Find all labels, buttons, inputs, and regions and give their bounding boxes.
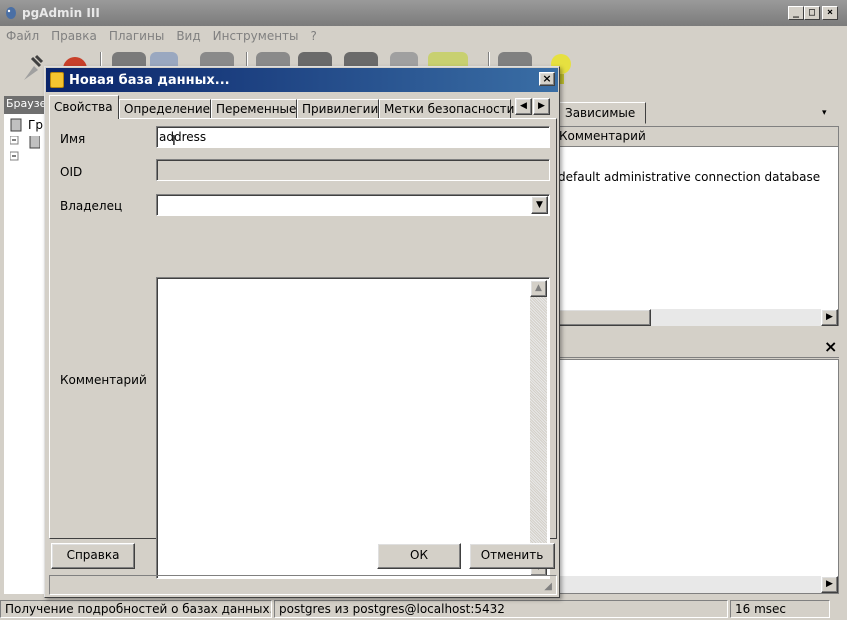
menu-plugins[interactable]: Плагины [103, 29, 170, 43]
menu-file[interactable]: Файл [0, 29, 45, 43]
oid-field [156, 159, 550, 181]
maximize-button[interactable]: □ [804, 6, 820, 20]
owner-combo[interactable]: ▼ [156, 194, 550, 216]
menu-view[interactable]: Вид [170, 29, 206, 43]
tree-item-servers[interactable]: Гр [28, 118, 43, 132]
scroll-up-icon[interactable]: ▲ [530, 280, 547, 297]
tab-scroll-left-icon[interactable]: ◀ [515, 98, 532, 115]
sql-pane[interactable] [556, 359, 839, 594]
tab-definition[interactable]: Определение [119, 99, 211, 119]
tree-expander-icon[interactable] [10, 136, 40, 166]
status-bar: Получение подробностей о базах данных...… [0, 598, 847, 620]
text-cursor-icon: I [172, 134, 176, 149]
owner-label: Владелец [60, 199, 123, 213]
main-close-button[interactable]: × [822, 6, 838, 20]
cancel-button[interactable]: Отменить [469, 543, 555, 569]
server-group-icon [10, 118, 22, 132]
sql-pane-header [556, 334, 839, 358]
menu-bar: Файл Правка Плагины Вид Инструменты ? [0, 26, 847, 46]
dialog-status-bar: ◢ [49, 575, 557, 595]
pgadmin-icon [4, 6, 18, 20]
ok-button[interactable]: ОК [377, 543, 461, 569]
tab-security-labels[interactable]: Метки безопасности [379, 99, 514, 119]
tab-dependents[interactable]: Зависимые [556, 102, 646, 124]
scroll-right-button[interactable]: ▶ [821, 576, 838, 593]
vertical-scrollbar[interactable]: ▲ ▼ [530, 280, 547, 576]
tab-dropdown-icon[interactable]: ▾ [822, 108, 827, 118]
name-input[interactable]: address [156, 126, 550, 148]
comment-label: Комментарий [60, 373, 147, 387]
column-header-comment[interactable]: Комментарий [557, 127, 838, 147]
tab-scroll-right-icon[interactable]: ▶ [533, 98, 550, 115]
properties-list [556, 126, 839, 326]
main-title-text: pgAdmin III [22, 6, 100, 20]
help-button[interactable]: Справка [51, 543, 135, 569]
menu-edit[interactable]: Правка [45, 29, 103, 43]
horizontal-scrollbar[interactable] [557, 576, 838, 593]
scroll-right-button[interactable]: ▶ [821, 309, 838, 326]
comment-textarea[interactable]: ▲ ▼ [156, 277, 550, 579]
sql-pane-close-button[interactable]: × [824, 337, 837, 356]
name-label: Имя [60, 132, 86, 146]
dialog-title: Новая база данных... [69, 72, 230, 88]
connect-plug-icon[interactable] [18, 52, 46, 84]
status-timing: 16 msec [730, 600, 830, 618]
oid-label: OID [60, 165, 83, 179]
browser-tree[interactable]: Гр [4, 114, 44, 594]
new-database-dialog: Новая база данных... × Свойства Определе… [44, 66, 560, 598]
status-message: Получение подробностей о базах данных...… [0, 600, 272, 618]
main-title-bar[interactable]: pgAdmin III [0, 0, 847, 26]
minimize-button[interactable]: _ [788, 6, 804, 20]
status-connection: postgres из postgres@localhost:5432 [274, 600, 728, 618]
list-row-comment[interactable]: default administrative connection databa… [558, 170, 820, 184]
dialog-close-button[interactable]: × [539, 72, 555, 86]
tab-privileges[interactable]: Привилегии [297, 99, 379, 119]
tab-variables[interactable]: Переменные [211, 99, 297, 119]
menu-help[interactable]: ? [305, 29, 323, 43]
chevron-down-icon[interactable]: ▼ [531, 196, 548, 214]
browser-panel-header: Браузер [4, 96, 44, 114]
resize-grip-icon[interactable]: ◢ [544, 581, 552, 592]
dialog-tab-bar: Свойства Определение Переменные Привилег… [49, 95, 557, 119]
scrollbar-thumb[interactable] [557, 309, 651, 326]
properties-tab-page: Имя address OID Владелец ▼ Комментарий ▲… [49, 118, 557, 579]
database-icon [50, 72, 64, 88]
menu-tools[interactable]: Инструменты [207, 29, 305, 43]
tab-properties[interactable]: Свойства [49, 95, 119, 119]
dialog-title-bar[interactable]: Новая база данных... [46, 68, 558, 92]
